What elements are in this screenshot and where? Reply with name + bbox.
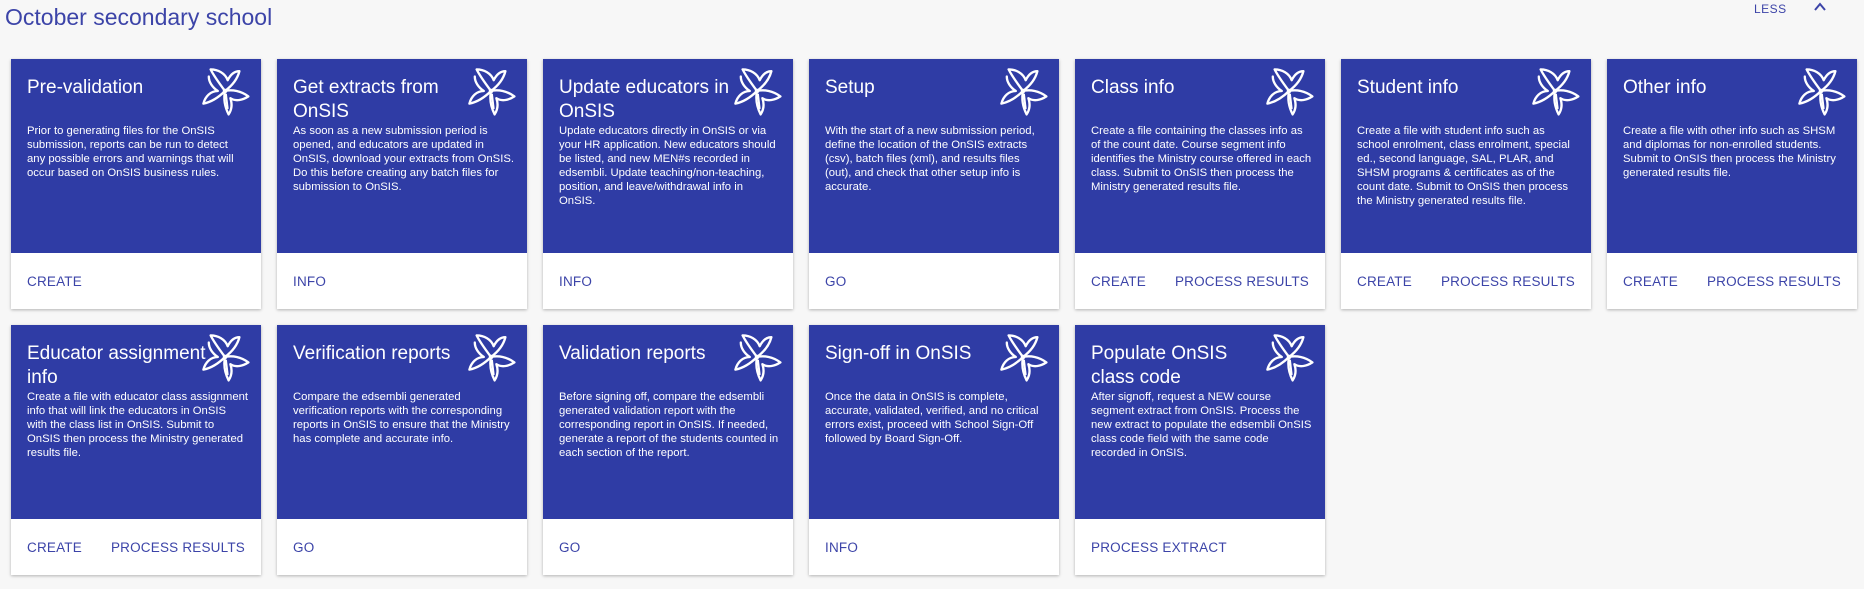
card-title: Sign-off in OnSIS <box>825 343 972 364</box>
card-header: Update educators in OnSIS Update educator… <box>543 59 793 253</box>
card-header: Setup With the start of a new submission … <box>809 59 1059 253</box>
card-title: Get extracts from OnSIS <box>293 77 439 122</box>
card: Student info Create a file with student i… <box>1341 59 1591 309</box>
less-label: LESS <box>1754 2 1787 16</box>
card: Populate OnSIS class code After signoff, … <box>1075 325 1325 575</box>
trillium-icon <box>202 334 250 382</box>
card: Sign-off in OnSIS Once the data in OnSIS … <box>809 325 1059 575</box>
card-header: Educator assignment info Create a file wi… <box>11 325 261 519</box>
trillium-icon <box>1000 68 1048 116</box>
trillium-icon <box>202 68 250 116</box>
card-title: Validation reports <box>559 343 706 364</box>
info-button[interactable]: INFO <box>825 540 858 555</box>
card-header: Student info Create a file with student i… <box>1341 59 1591 253</box>
create-button[interactable]: CREATE <box>27 540 82 555</box>
go-button[interactable]: GO <box>559 540 580 555</box>
info-button[interactable]: INFO <box>293 274 326 289</box>
card-header: Class info Create a file containing the c… <box>1075 59 1325 253</box>
card-description: After signoff, request a NEW course segm… <box>1091 391 1312 459</box>
trillium-icon <box>1266 68 1314 116</box>
less-toggle[interactable]: LESS <box>1754 2 1827 16</box>
card-title: Student info <box>1357 77 1459 98</box>
process-results-button[interactable]: PROCESS RESULTS <box>111 540 245 555</box>
card-title: Class info <box>1091 77 1175 98</box>
card-description: As soon as a new submission period is op… <box>293 125 515 193</box>
card-actions: INFO <box>277 253 527 309</box>
card-title: Other info <box>1623 77 1707 98</box>
card-header: Populate OnSIS class code After signoff, … <box>1075 325 1325 519</box>
trillium-icon <box>468 68 516 116</box>
trillium-icon <box>1266 334 1314 382</box>
card-title: Update educators in OnSIS <box>559 77 730 122</box>
card-description: Compare the edsembli generated verificat… <box>293 391 510 445</box>
card: Get extracts from OnSIS As soon as a new … <box>277 59 527 309</box>
card: Class info Create a file containing the c… <box>1075 59 1325 309</box>
card-description: Before signing off, compare the edsembli… <box>559 391 779 459</box>
card-description: Once the data in OnSIS is complete, accu… <box>825 391 1039 445</box>
process-results-button[interactable]: PROCESS RESULTS <box>1707 274 1841 289</box>
card-description: Create a file containing the classes inf… <box>1091 125 1312 193</box>
create-button[interactable]: CREATE <box>1357 274 1412 289</box>
card-title: Pre-validation <box>27 77 144 98</box>
card-header: Pre-validation Prior to generating files … <box>11 59 261 253</box>
card-description: Update educators directly in OnSIS or vi… <box>559 125 776 207</box>
card-actions: PROCESS EXTRACT <box>1075 519 1325 575</box>
create-button[interactable]: CREATE <box>27 274 82 289</box>
card-title: Educator assignment info <box>27 343 206 388</box>
trillium-icon <box>734 334 782 382</box>
process-extract-button[interactable]: PROCESS EXTRACT <box>1091 540 1227 555</box>
card: Update educators in OnSIS Update educator… <box>543 59 793 309</box>
process-results-button[interactable]: PROCESS RESULTS <box>1441 274 1575 289</box>
go-button[interactable]: GO <box>825 274 846 289</box>
card-title: Setup <box>825 77 875 98</box>
card-grid: Pre-validation Prior to generating files … <box>11 59 1857 575</box>
card-header: Validation reports Before signing off, co… <box>543 325 793 519</box>
card-header: Other info Create a file with other info … <box>1607 59 1857 253</box>
card-header: Sign-off in OnSIS Once the data in OnSIS … <box>809 325 1059 519</box>
card-actions: CREATE PROCESS RESULTS <box>1341 253 1591 309</box>
card-description: Create a file with other info such as SH… <box>1623 125 1836 179</box>
card-description: Create a file with student info such as … <box>1357 125 1570 207</box>
card-actions: CREATE PROCESS RESULTS <box>1075 253 1325 309</box>
card-actions: CREATE PROCESS RESULTS <box>1607 253 1857 309</box>
card-description: With the start of a new submission perio… <box>825 125 1035 193</box>
card: Other info Create a file with other info … <box>1607 59 1857 309</box>
card-actions: CREATE <box>11 253 261 309</box>
card-description: Prior to generating files for the OnSIS … <box>27 125 234 179</box>
card-actions: CREATE PROCESS RESULTS <box>11 519 261 575</box>
trillium-icon <box>734 68 782 116</box>
card: Validation reports Before signing off, co… <box>543 325 793 575</box>
card-header: Get extracts from OnSIS As soon as a new … <box>277 59 527 253</box>
page-title: October secondary school <box>5 4 273 30</box>
card-title: Populate OnSIS class code <box>1091 343 1228 388</box>
card-actions: INFO <box>809 519 1059 575</box>
trillium-icon <box>468 334 516 382</box>
info-button[interactable]: INFO <box>559 274 592 289</box>
card: Verification reports Compare the edsembli… <box>277 325 527 575</box>
card: Setup With the start of a new submission … <box>809 59 1059 309</box>
chevron-up-icon <box>1813 2 1826 11</box>
go-button[interactable]: GO <box>293 540 314 555</box>
trillium-icon <box>1798 68 1846 116</box>
trillium-icon <box>1000 334 1048 382</box>
card-actions: INFO <box>543 253 793 309</box>
create-button[interactable]: CREATE <box>1091 274 1146 289</box>
process-results-button[interactable]: PROCESS RESULTS <box>1175 274 1309 289</box>
card-title: Verification reports <box>293 343 451 364</box>
card-actions: GO <box>277 519 527 575</box>
card-description: Create a file with educator class assign… <box>27 391 249 459</box>
card-actions: GO <box>809 253 1059 309</box>
card-actions: GO <box>543 519 793 575</box>
trillium-icon <box>1532 68 1580 116</box>
create-button[interactable]: CREATE <box>1623 274 1678 289</box>
card-header: Verification reports Compare the edsembli… <box>277 325 527 519</box>
card: Pre-validation Prior to generating files … <box>11 59 261 309</box>
card: Educator assignment info Create a file wi… <box>11 325 261 575</box>
